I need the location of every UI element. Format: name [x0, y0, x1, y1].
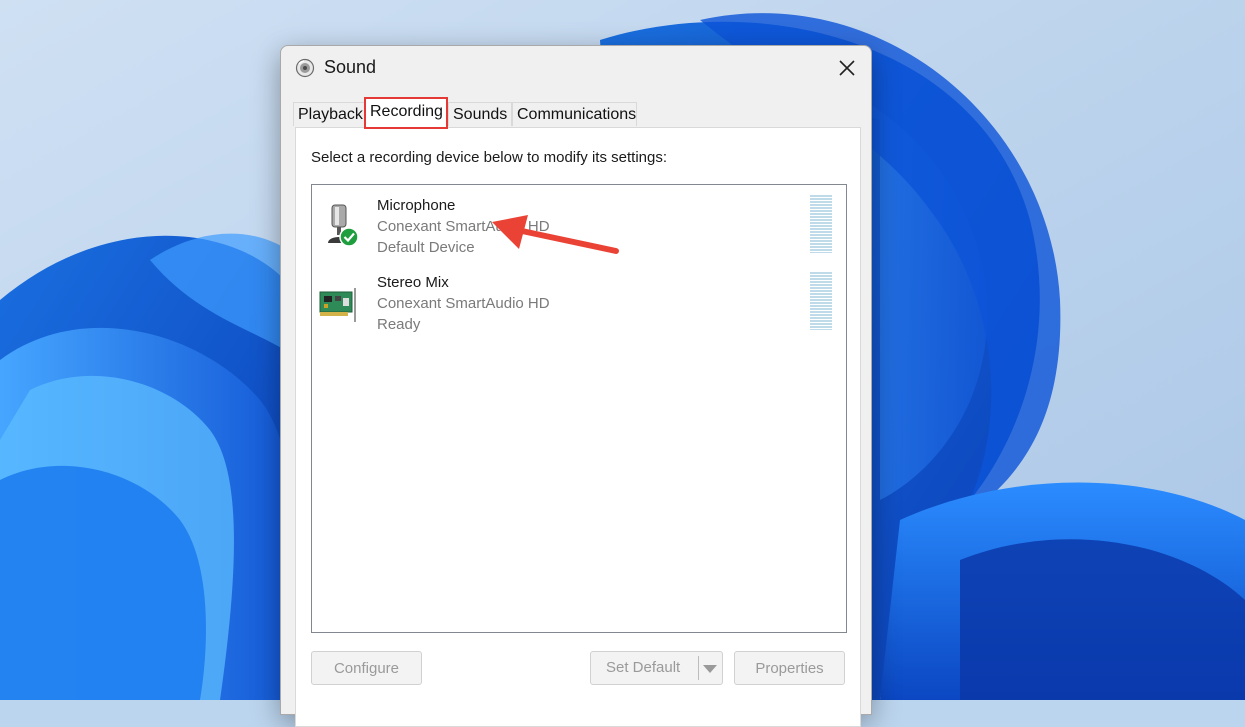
device-status: Default Device: [377, 239, 475, 256]
sound-dialog: Sound Playback Recording Sounds Communic…: [280, 45, 872, 727]
sound-card-icon: [319, 288, 356, 322]
microphone-icon: [328, 204, 358, 247]
level-meter: [810, 272, 832, 330]
set-default-split-button[interactable]: Set Default: [590, 651, 723, 685]
device-item-stereo-mix[interactable]: Stereo Mix Conexant SmartAudio HD Ready: [312, 270, 846, 342]
device-name: Microphone: [377, 197, 456, 214]
close-button[interactable]: [829, 52, 865, 84]
close-icon: [839, 60, 855, 76]
recording-panel: Select a recording device below to modif…: [295, 127, 861, 727]
window-title: Sound: [324, 57, 377, 77]
title-bar[interactable]: Sound: [281, 46, 871, 90]
device-status: Ready: [377, 316, 421, 333]
speaker-icon: [295, 58, 315, 78]
device-name: Stereo Mix: [377, 274, 449, 291]
split-separator: [698, 656, 699, 680]
tab-playback[interactable]: Playback: [293, 102, 365, 126]
checkmark-badge-icon: [339, 227, 358, 247]
set-default-label[interactable]: Set Default: [606, 659, 680, 676]
chevron-down-icon[interactable]: [702, 664, 718, 674]
device-driver: Conexant SmartAudio HD: [377, 295, 550, 312]
properties-button[interactable]: Properties: [734, 651, 845, 685]
device-driver: Conexant SmartAudio HD: [377, 218, 550, 235]
device-list[interactable]: Microphone Conexant SmartAudio HD Defaul…: [311, 184, 847, 633]
tab-recording[interactable]: Recording: [364, 97, 448, 129]
configure-button[interactable]: Configure: [311, 651, 422, 685]
device-item-microphone[interactable]: Microphone Conexant SmartAudio HD Defaul…: [312, 193, 846, 265]
instruction-text: Select a recording device below to modif…: [311, 149, 668, 166]
tab-communications[interactable]: Communications: [512, 102, 637, 126]
level-meter: [810, 195, 832, 253]
tab-sounds[interactable]: Sounds: [448, 102, 512, 126]
